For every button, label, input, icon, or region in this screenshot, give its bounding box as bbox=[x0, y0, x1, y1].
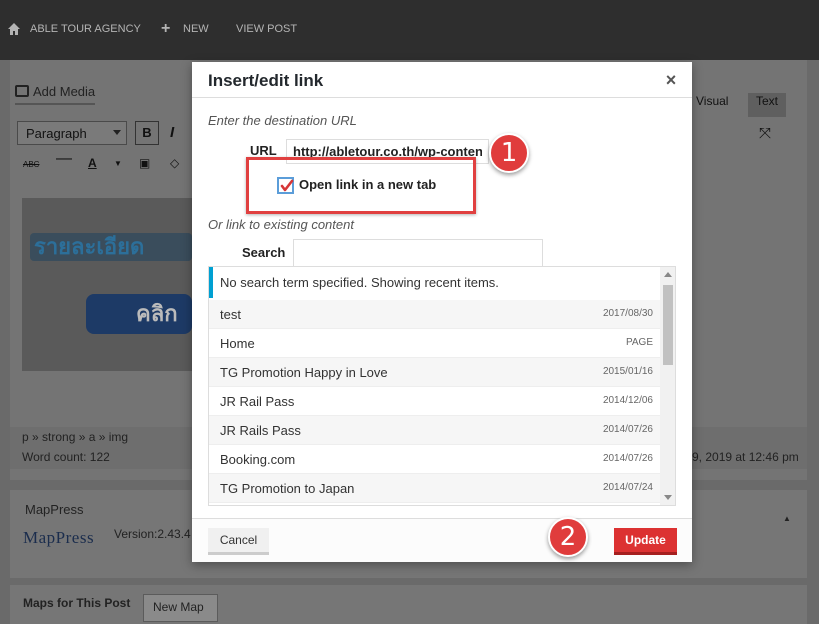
dialog-title: Insert/edit link bbox=[208, 71, 324, 90]
bold-button[interactable]: B bbox=[135, 121, 159, 145]
list-item[interactable]: test 2017/08/30 bbox=[209, 300, 660, 329]
scroll-down-icon[interactable] bbox=[664, 495, 672, 500]
add-media-label: Add Media bbox=[33, 84, 96, 99]
new-map-button[interactable]: New Map bbox=[143, 594, 218, 622]
scroll-up-icon[interactable] bbox=[664, 272, 672, 277]
list-item[interactable]: TG Promotion Happy in Love 2015/01/16 bbox=[209, 358, 660, 387]
last-edited-text: 9, 2019 at 12:46 pm bbox=[692, 450, 799, 464]
mappress-logo: MapPress bbox=[23, 528, 95, 547]
item-title: TG Promotion to Japan bbox=[220, 481, 355, 496]
existing-content-label: Or link to existing content bbox=[208, 217, 354, 232]
chevron-down-icon bbox=[113, 130, 121, 135]
chevron-down-icon[interactable]: ▼ bbox=[114, 159, 122, 168]
close-icon[interactable]: × bbox=[660, 70, 682, 92]
result-list: test 2017/08/30 Home PAGE TG Promotion Hap… bbox=[209, 300, 660, 503]
list-item[interactable]: JR Rails Pass 2014/07/26 bbox=[209, 416, 660, 445]
list-item[interactable]: JR Rail Pass 2014/12/06 bbox=[209, 387, 660, 416]
paste-text-icon[interactable]: ▣ bbox=[139, 156, 150, 170]
collapse-icon[interactable]: ▲ bbox=[783, 514, 791, 523]
results-scrollbar[interactable] bbox=[660, 267, 675, 505]
item-info: 2014/07/24 bbox=[602, 482, 653, 493]
item-info: 2014/07/26 bbox=[602, 453, 653, 464]
annotation-badge-2: 2 bbox=[548, 517, 588, 557]
insert-link-dialog: Insert/edit link × Enter the destination… bbox=[192, 62, 692, 562]
word-count: Word count: 122 bbox=[22, 450, 110, 464]
item-info: 2014/07/26 bbox=[602, 424, 653, 435]
dialog-header: Insert/edit link × bbox=[192, 62, 692, 98]
item-info: 2017/08/30 bbox=[602, 308, 653, 319]
content-image[interactable]: รายละเอียด คลิก bbox=[22, 198, 192, 371]
format-select[interactable]: Paragraph bbox=[17, 121, 127, 145]
item-title: Home bbox=[220, 336, 255, 351]
image-click-button: คลิก bbox=[86, 294, 192, 334]
search-input[interactable] bbox=[293, 239, 543, 267]
list-item[interactable]: Booking.com 2014/07/26 bbox=[209, 445, 660, 474]
item-title: TG Promotion Happy in Love bbox=[220, 365, 388, 380]
search-label: Search bbox=[242, 245, 286, 260]
clear-formatting-icon[interactable]: ◇ bbox=[170, 156, 179, 170]
list-item[interactable]: Home PAGE bbox=[209, 329, 660, 358]
format-select-value: Paragraph bbox=[26, 126, 87, 141]
add-media-button[interactable]: Add Media bbox=[15, 84, 96, 105]
horizontal-line-icon[interactable]: — bbox=[56, 150, 72, 168]
image-button-text: คลิก bbox=[136, 301, 178, 326]
admin-bar: ABLE TOUR AGENCY + NEW VIEW POST bbox=[0, 0, 819, 60]
search-results-panel: No search term specified. Showing recent… bbox=[208, 266, 676, 506]
media-icon bbox=[15, 85, 29, 97]
tab-visual[interactable]: Visual bbox=[688, 93, 736, 117]
dialog-footer: Cancel Update bbox=[192, 518, 692, 562]
item-info: 2014/12/06 bbox=[602, 395, 653, 406]
strikethrough-button[interactable]: ABC bbox=[23, 160, 39, 169]
maps-for-post-label: Maps for This Post bbox=[23, 596, 131, 610]
mappress-version: Version:2.43.4 bbox=[114, 527, 191, 541]
annotation-highlight-box bbox=[246, 157, 476, 214]
scroll-thumb[interactable] bbox=[663, 285, 673, 365]
home-icon[interactable] bbox=[7, 22, 21, 36]
plus-icon[interactable]: + bbox=[161, 21, 170, 37]
admin-new-link[interactable]: NEW bbox=[183, 23, 209, 35]
item-title: Booking.com bbox=[220, 452, 296, 467]
update-button[interactable]: Update bbox=[614, 528, 677, 555]
image-banner: รายละเอียด bbox=[30, 233, 192, 261]
admin-view-post-link[interactable]: VIEW POST bbox=[236, 23, 297, 35]
mappress-panel-title: MapPress bbox=[25, 502, 84, 517]
item-title: test bbox=[220, 307, 241, 322]
admin-site-name[interactable]: ABLE TOUR AGENCY bbox=[30, 23, 141, 35]
item-info: PAGE bbox=[625, 337, 653, 348]
url-label: URL bbox=[250, 143, 277, 158]
query-notice: No search term specified. Showing recent… bbox=[209, 267, 660, 298]
item-title: JR Rails Pass bbox=[220, 423, 301, 438]
fullscreen-icon[interactable]: ⤧ bbox=[759, 125, 771, 142]
item-title: JR Rail Pass bbox=[220, 394, 295, 409]
cancel-button[interactable]: Cancel bbox=[208, 528, 269, 555]
italic-button[interactable]: I bbox=[170, 124, 174, 141]
list-item[interactable]: TG Promotion to Japan 2014/07/24 bbox=[209, 474, 660, 503]
item-info: 2015/01/16 bbox=[602, 366, 653, 377]
annotation-badge-1: 1 bbox=[489, 133, 529, 173]
image-banner-text: รายละเอียด bbox=[34, 234, 145, 259]
text-color-button[interactable]: A bbox=[88, 156, 97, 170]
destination-label: Enter the destination URL bbox=[208, 113, 357, 128]
element-path: p » strong » a » img bbox=[22, 430, 129, 444]
tab-text[interactable]: Text bbox=[748, 93, 787, 117]
